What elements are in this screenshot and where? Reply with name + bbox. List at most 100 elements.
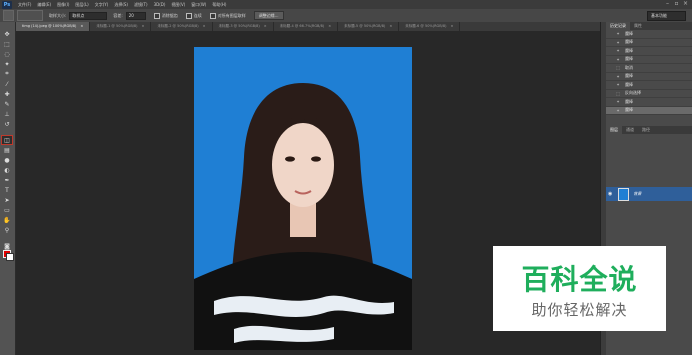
all-layers-checkbox[interactable]: [209, 12, 216, 19]
doc-tab[interactable]: timg (14).jpeg @ 100%(RGB/8) ×: [16, 22, 91, 31]
magic-wand-preset-icon[interactable]: [3, 10, 14, 21]
magic-wand-icon: ✦: [616, 31, 620, 37]
antialias-checkbox[interactable]: [153, 12, 160, 19]
all-layers-label: 对所有图层取样: [217, 12, 246, 18]
move-tool-icon[interactable]: ✥: [2, 30, 12, 38]
history-step[interactable]: ✦ 魔棒: [606, 81, 692, 90]
history-step[interactable]: ✦ 魔棒: [606, 56, 692, 64]
zoom-tool-icon[interactable]: ⚲: [2, 226, 12, 234]
magic-wand-icon: ✦: [616, 48, 620, 54]
layer-name: 背景: [633, 191, 642, 196]
pen-tool-icon[interactable]: ✒: [2, 176, 12, 184]
magic-wand-icon: ✦: [616, 73, 620, 79]
close-icon[interactable]: ×: [80, 24, 83, 28]
close-icon[interactable]: ×: [203, 24, 206, 28]
inverse-icon: ⬚: [616, 90, 620, 96]
menu-3d[interactable]: 3D(D): [154, 2, 166, 7]
marquee-tool-icon[interactable]: ⬚: [2, 40, 12, 48]
doc-tab-label: 未标题-2 @ 50%(RGB/8): [157, 24, 199, 28]
history-step[interactable]: ✦ 魔棒: [606, 30, 692, 39]
close-icon[interactable]: ×: [328, 24, 331, 28]
quick-mask-icon[interactable]: ◙: [2, 242, 12, 250]
history-step[interactable]: ✦ 魔棒: [606, 47, 692, 56]
document-photo[interactable]: [194, 47, 412, 350]
menu-help[interactable]: 帮助(H): [212, 2, 226, 8]
doc-tab[interactable]: 未标题-6 @ 50%(RGB/8) ×: [399, 22, 461, 31]
dodge-tool-icon[interactable]: ◐: [2, 166, 12, 174]
close-icon[interactable]: ×: [450, 24, 453, 28]
close-icon[interactable]: ×: [142, 24, 145, 28]
workspace-select[interactable]: 基本功能: [647, 11, 686, 21]
selection-mode-icons[interactable]: [17, 10, 43, 21]
brush-tool-icon[interactable]: ✎: [2, 100, 12, 108]
menu-window[interactable]: 窗口(W): [191, 2, 206, 8]
background-color-swatch[interactable]: [6, 253, 14, 261]
blur-tool-icon[interactable]: ●: [2, 156, 12, 164]
magic-wand-icon: ✦: [616, 99, 620, 105]
history-step[interactable]: ✦ 魔棒: [606, 106, 692, 115]
doc-tab-label: 未标题-5 @ 50%(RGB/8): [344, 24, 386, 28]
document-tabs: timg (14).jpeg @ 100%(RGB/8) × 未标题-1 @ 50…: [16, 22, 600, 31]
gradient-tool-icon[interactable]: ▤: [2, 146, 12, 154]
deselect-icon: ⬚: [616, 65, 620, 71]
menu-select[interactable]: 选择(S): [114, 2, 128, 8]
close-icon[interactable]: ×: [264, 24, 267, 28]
doc-tab[interactable]: 未标题-1 @ 50%(RGB/8) ×: [90, 22, 152, 31]
options-bar: 取样大小: 取样点 容差: 20 消除锯齿 连续 对所有图层取样 调整边缘...…: [0, 9, 692, 23]
close-icon[interactable]: ×: [682, 1, 689, 8]
history-step[interactable]: ✦ 魔棒: [606, 73, 692, 81]
history-step[interactable]: ⬚ 取消: [606, 64, 692, 73]
type-tool-icon[interactable]: T: [2, 186, 12, 194]
refine-edge-button[interactable]: 调整边缘...: [253, 11, 284, 20]
history-step[interactable]: ✦ 魔棒: [606, 98, 692, 107]
menu-view[interactable]: 视图(V): [171, 2, 185, 8]
doc-tab[interactable]: 未标题-2 @ 50%(RGB/8) ×: [151, 22, 213, 31]
doc-tab[interactable]: 未标题-3 @ 50%(RGB/8) ×: [213, 22, 274, 31]
menu-type[interactable]: 文字(Y): [95, 2, 109, 8]
contiguous-checkbox[interactable]: [185, 12, 192, 19]
tolerance-input[interactable]: 20: [125, 11, 146, 20]
menu-filter[interactable]: 滤镜(T): [134, 2, 148, 8]
tab-history[interactable]: 历史记录: [606, 22, 630, 30]
magic-wand-tool-icon[interactable]: ✦: [2, 60, 12, 68]
tab-paths[interactable]: 路径: [638, 126, 654, 134]
tab-channels[interactable]: 通道: [622, 126, 638, 134]
hand-tool-icon[interactable]: ✋: [2, 216, 12, 224]
eyedropper-tool-icon[interactable]: ⁄: [2, 80, 12, 88]
doc-tab-label: 未标题-4 @ 66.7%(RGB/8): [279, 24, 325, 28]
shape-tool-icon[interactable]: ▭: [2, 206, 12, 214]
doc-tab[interactable]: 未标题-4 @ 66.7%(RGB/8) ×: [274, 22, 339, 31]
history-step[interactable]: ⬚ 反向选择: [606, 90, 692, 98]
eraser-tool-icon[interactable]: ◫: [1, 135, 13, 145]
lasso-tool-icon[interactable]: ◌: [2, 50, 12, 58]
photoshop-logo: Ps: [2, 0, 12, 9]
antialias-label: 消除锯齿: [161, 12, 178, 18]
doc-tab-label: 未标题-1 @ 50%(RGB/8): [96, 24, 138, 28]
stamp-tool-icon[interactable]: ⊥: [2, 110, 12, 118]
doc-tab[interactable]: 未标题-5 @ 50%(RGB/8) ×: [338, 22, 400, 31]
minimize-icon[interactable]: –: [664, 1, 671, 8]
history-step[interactable]: ✦ 魔棒: [606, 39, 692, 47]
menu-bar: Ps 文件(F) 编辑(E) 图像(I) 图层(L) 文字(Y) 选择(S) 滤…: [0, 0, 692, 9]
magic-wand-icon: ✦: [616, 82, 620, 88]
maximize-icon[interactable]: ▫: [673, 1, 680, 8]
menu-edit[interactable]: 编辑(E): [37, 2, 51, 8]
doc-tab-label: timg (14).jpeg @ 100%(RGB/8): [22, 24, 77, 28]
magic-wand-icon: ✦: [616, 56, 620, 62]
tab-properties[interactable]: 属性: [630, 22, 646, 30]
menu-file[interactable]: 文件(F): [18, 2, 31, 8]
path-select-tool-icon[interactable]: ➤: [2, 196, 12, 204]
menu-layer[interactable]: 图层(L): [75, 2, 88, 8]
watermark-subtitle: 助你轻松解决: [531, 301, 628, 319]
tools-panel: ✥ ⬚ ◌ ✦ ⌗ ⁄ ✚ ✎ ⊥ ↺ ◫ ▤ ● ◐ ✒ T ➤ ▭ ✋ ⚲ …: [0, 22, 16, 355]
contiguous-label: 连续: [193, 12, 202, 18]
eye-icon[interactable]: ◉: [608, 191, 612, 197]
history-brush-tool-icon[interactable]: ↺: [2, 120, 12, 128]
close-icon[interactable]: ×: [389, 24, 392, 28]
tab-layers[interactable]: 图层: [606, 126, 622, 134]
sample-size-select[interactable]: 取样点: [69, 11, 108, 20]
healing-brush-tool-icon[interactable]: ✚: [2, 90, 12, 98]
menu-image[interactable]: 图像(I): [57, 2, 69, 8]
crop-tool-icon[interactable]: ⌗: [2, 70, 12, 78]
layer-row[interactable]: ◉ 背景: [606, 187, 692, 201]
